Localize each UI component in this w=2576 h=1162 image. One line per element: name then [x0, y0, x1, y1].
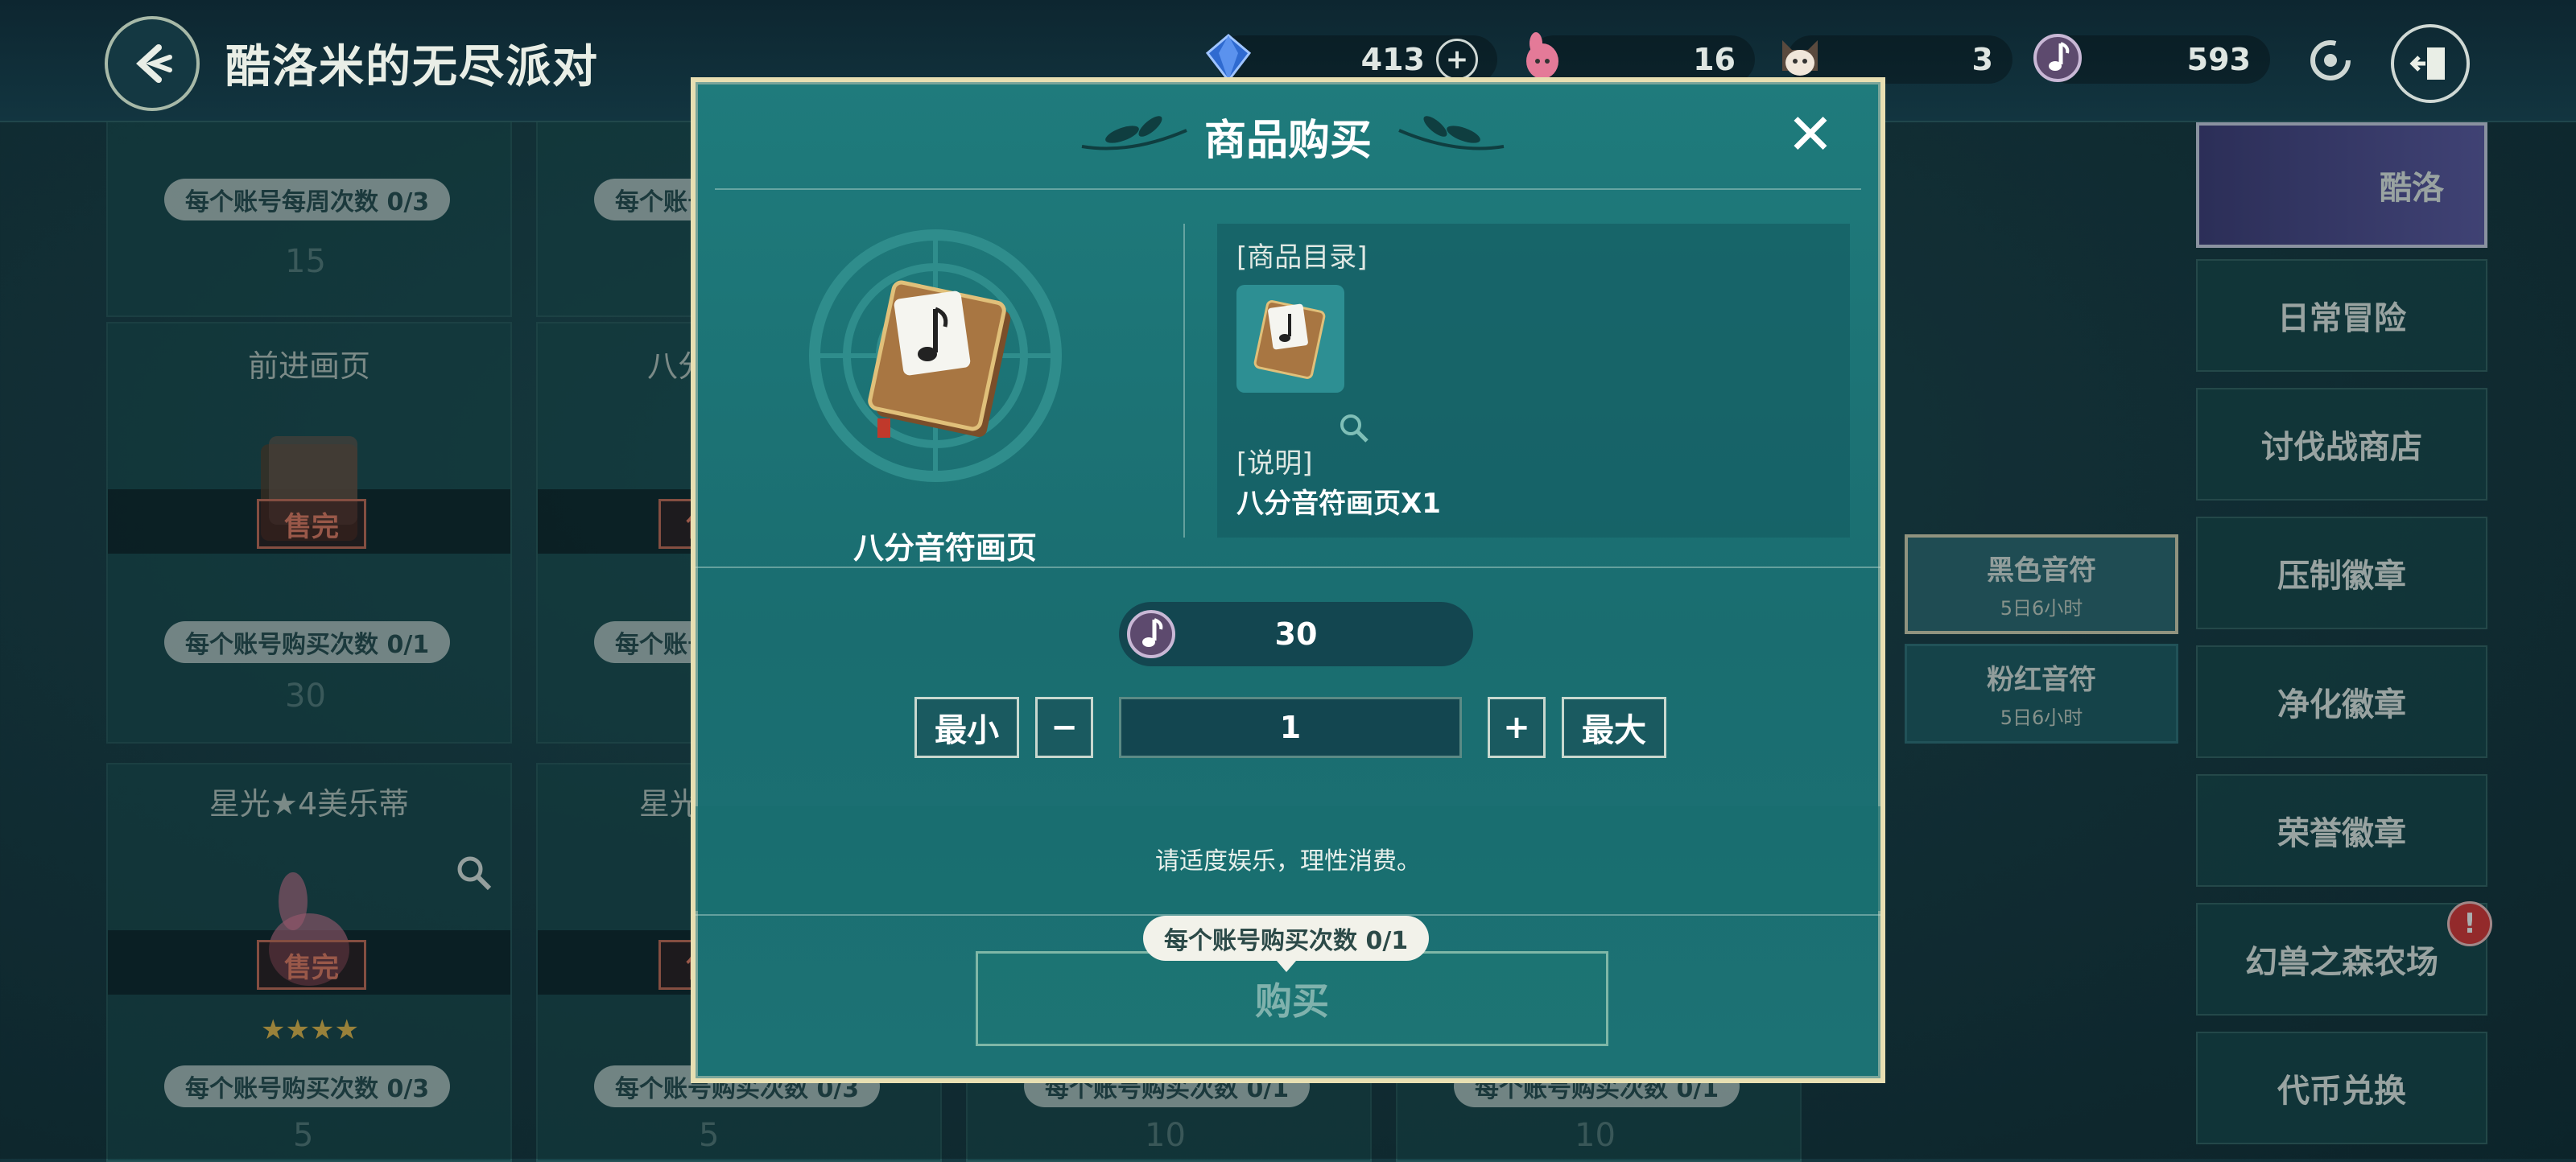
music-note-coin-icon	[1127, 610, 1175, 658]
catalog-label: [商品目录]	[1236, 241, 1368, 274]
dark-figure-counter: 3	[1782, 35, 2013, 84]
decrease-quantity-button[interactable]: −	[1035, 697, 1093, 758]
gem-counter[interactable]: 413 +	[1205, 34, 1497, 84]
middle-divider	[696, 567, 1880, 568]
price-display: 30	[1119, 602, 1473, 666]
pink-figure-value: 16	[1693, 42, 1736, 77]
price-value: 30	[1274, 616, 1318, 652]
dark-figure-value: 3	[1971, 42, 1993, 77]
note-coin-value: 593	[2186, 42, 2251, 77]
exit-button[interactable]	[2391, 24, 2470, 103]
note-page-book-icon	[868, 280, 1011, 438]
catalog-item-thumbnail[interactable]	[1236, 285, 1344, 393]
add-gem-button[interactable]: +	[1436, 39, 1478, 80]
item-name: 八分音符画页	[852, 530, 1037, 566]
refresh-icon	[2310, 40, 2351, 80]
note-coin-counter: 593	[2033, 34, 2270, 84]
pink-figure-counter: 16	[1526, 32, 1755, 84]
back-button[interactable]	[105, 16, 200, 111]
moderate-play-notice: 请适度娱乐，理性消费。	[696, 806, 1880, 911]
back-arrow-icon	[136, 44, 172, 83]
magnifier-icon[interactable]	[1338, 412, 1370, 444]
right-leaf-ornament-icon	[1398, 116, 1505, 150]
increase-quantity-button[interactable]: +	[1488, 697, 1546, 758]
description-label: [说明]	[1236, 447, 1313, 480]
description-text: 八分音符画页X1	[1236, 488, 1441, 520]
quantity-input[interactable]: 1	[1119, 697, 1462, 758]
close-button[interactable]: ✕	[1782, 106, 1839, 163]
vertical-divider	[1183, 224, 1185, 538]
page-title: 酷洛米的无尽派对	[225, 41, 599, 93]
exit-door-icon	[2409, 47, 2445, 80]
min-quantity-button[interactable]: 最小	[914, 697, 1019, 758]
music-note-coin-icon	[2033, 34, 2082, 82]
purchase-dialog: 商品购买 ✕ 八分音符画页 [商品目录] [说明] 八分音符画页X1 30 最小…	[691, 77, 1885, 1083]
dialog-title: 商品购买	[1203, 117, 1372, 165]
note-page-book-icon	[1253, 300, 1326, 379]
max-quantity-button[interactable]: 最大	[1562, 697, 1666, 758]
refresh-button[interactable]	[2294, 24, 2367, 97]
gem-value: 413	[1360, 42, 1425, 77]
purchase-limit-tooltip: 每个账号购买次数 0/1	[1143, 916, 1430, 972]
item-info-panel: [商品目录] [说明] 八分音符画页X1	[1217, 224, 1850, 538]
title-divider	[715, 188, 1861, 190]
